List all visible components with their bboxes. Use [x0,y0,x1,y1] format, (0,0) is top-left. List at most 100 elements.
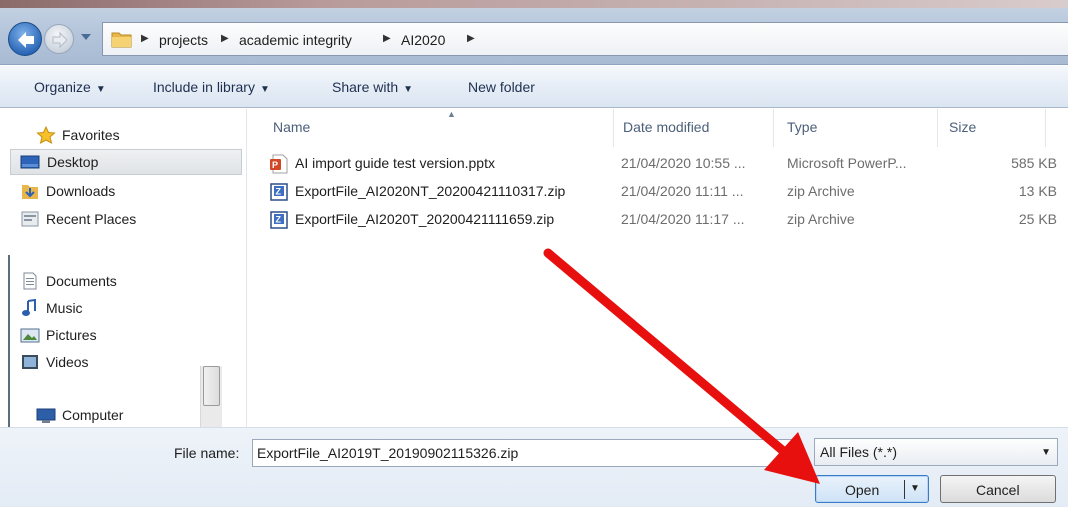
nav-computer-label: Computer [62,407,124,423]
file-name-input[interactable] [252,439,800,467]
nav-music[interactable]: Music [20,296,200,322]
cancel-button[interactable]: Cancel [940,475,1056,503]
file-row[interactable]: Z ExportFile_AI2020NT_20200421110317.zip… [267,179,1057,205]
file-type-filter-select[interactable]: All Files (*.*) ▼ [814,438,1058,466]
file-list: ▲ Name Date modified Type Size P AI impo… [247,109,1068,427]
sort-ascending-icon: ▲ [447,109,456,119]
nav-desktop-label: Desktop [47,154,99,170]
file-date: 21/04/2020 10:55 ... [621,155,746,171]
back-button[interactable] [8,22,42,56]
zip-icon: Z [270,211,288,229]
open-button-label: Open [845,482,880,498]
chevron-down-icon: ▼ [1041,447,1051,458]
file-name: AI import guide test version.pptx [295,155,495,171]
open-options-dropdown-icon[interactable]: ▼ [910,483,920,494]
breadcrumb-separator-icon[interactable]: ▶ [141,33,149,44]
forward-button[interactable] [44,24,74,54]
include-in-library-button[interactable]: Include in library ▼ [153,79,270,95]
command-toolbar: Organize ▼ Include in library ▼ Share with… [0,66,1068,108]
file-size: 585 KB [1011,155,1057,171]
nav-music-label: Music [46,300,83,316]
zip-icon: Z [270,183,288,201]
file-name-dropdown-icon[interactable]: ▼ [786,442,795,452]
svg-text:Z: Z [276,215,282,225]
powerpoint-icon: P [270,154,288,174]
recent-locations-dropdown-icon[interactable] [80,32,92,42]
forward-arrow-icon [52,31,68,49]
computer-icon [36,408,56,423]
file-size: 13 KB [1018,183,1057,199]
organize-label: Organize [34,79,91,95]
nav-videos-label: Videos [46,354,89,370]
chevron-down-icon: ▼ [403,84,414,95]
breadcrumb-separator-icon[interactable]: ▶ [467,33,475,44]
file-date: 21/04/2020 11:17 ... [621,211,745,227]
split-divider [904,480,905,499]
include-in-library-label: Include in library [153,79,255,95]
address-bar: ▶ projects ▶ academic integrity ▶ AI2020… [0,0,1068,65]
column-separator[interactable] [773,109,774,147]
file-row[interactable]: P AI import guide test version.pptx 21/0… [267,151,1057,177]
videos-icon [22,355,38,369]
nav-documents-label: Documents [46,273,117,289]
nav-downloads-label: Downloads [46,183,116,199]
file-row[interactable]: Z ExportFile_AI2020T_20200421111659.zip … [267,207,1057,233]
recent-places-icon [21,211,39,227]
file-type: zip Archive [787,183,855,199]
file-size: 25 KB [1018,211,1057,227]
svg-text:Z: Z [276,187,282,197]
column-header-size[interactable]: Size [949,119,976,135]
folder-icon [111,32,132,48]
nav-computer[interactable]: Computer [36,403,196,423]
file-type: zip Archive [787,211,855,227]
nav-favorites[interactable]: Favorites [36,123,236,149]
nav-favorites-label: Favorites [62,127,120,143]
open-button[interactable]: Open ▼ [815,475,929,503]
share-with-label: Share with [332,79,399,95]
new-folder-button[interactable]: New folder [468,79,535,95]
back-arrow-icon [18,32,34,48]
file-type: Microsoft PowerP... [787,155,907,171]
breadcrumb-projects[interactable]: projects [159,32,208,48]
column-header-date-modified[interactable]: Date modified [623,119,709,135]
pictures-icon [20,328,40,343]
nav-pictures-label: Pictures [46,327,97,343]
file-name: ExportFile_AI2020T_20200421111659.zip [295,211,555,227]
nav-pictures[interactable]: Pictures [20,323,200,349]
breadcrumb-academic-integrity[interactable]: academic integrity [239,32,352,48]
share-with-button[interactable]: Share with ▼ [332,79,413,95]
nav-recent-places[interactable]: Recent Places [20,207,220,233]
desktop-icon [20,155,40,169]
nav-documents[interactable]: Documents [20,269,200,295]
chevron-down-icon: ▼ [259,84,270,95]
column-header-type[interactable]: Type [787,119,817,135]
breadcrumb-separator-icon[interactable]: ▶ [221,33,229,44]
file-type-filter-value: All Files (*.*) [820,444,898,460]
breadcrumb[interactable]: ▶ projects ▶ academic integrity ▶ AI2020… [102,22,1068,56]
nav-scrollbar-thumb[interactable] [203,366,220,406]
music-icon [22,299,36,316]
organize-menu-button[interactable]: Organize ▼ [34,79,106,95]
cancel-button-label: Cancel [976,482,1020,498]
svg-text:P: P [272,160,278,170]
column-separator[interactable] [1045,109,1046,147]
downloads-folder-icon [22,185,38,199]
column-header-name[interactable]: Name [273,119,310,135]
column-separator[interactable] [937,109,938,147]
chevron-down-icon: ▼ [95,84,106,95]
nav-desktop[interactable]: Desktop [10,149,242,175]
star-icon [36,126,56,144]
navigation-pane: Favorites Desktop Downloads Recent Place… [10,109,246,507]
file-name-label: File name: [174,445,240,461]
column-separator[interactable] [613,109,614,147]
breadcrumb-separator-icon[interactable]: ▶ [383,33,391,44]
dialog-footer: File name: ▼ All Files (*.*) ▼ Open ▼ Ca… [0,427,1068,507]
nav-downloads[interactable]: Downloads [20,179,220,205]
window-title-strip [0,0,1068,8]
breadcrumb-ai2020[interactable]: AI2020 [401,32,445,48]
nav-recent-places-label: Recent Places [46,211,137,227]
nav-videos[interactable]: Videos [20,350,200,376]
documents-icon [23,272,37,290]
file-name: ExportFile_AI2020NT_20200421110317.zip [295,183,566,199]
file-date: 21/04/2020 11:11 ... [621,183,744,199]
